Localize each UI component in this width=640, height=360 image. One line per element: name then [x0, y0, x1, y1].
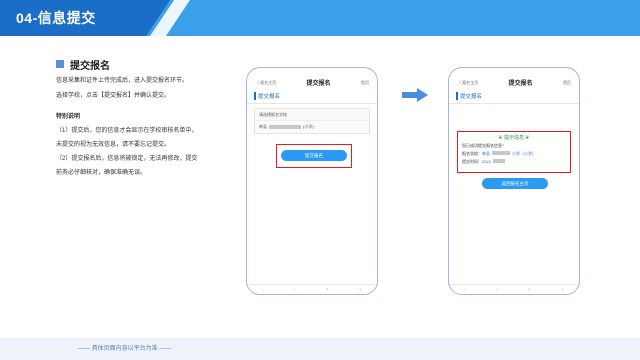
result-dialog: ❦ 提示信息 ❦ 您已成功提交报名信息！ 报名学校：单县 小学（小学） 提交时间：…	[457, 131, 571, 173]
phone-toolbar: ‹ › ⇪ ≡	[247, 284, 377, 294]
result-title: ❦ 提示信息 ❦	[498, 135, 530, 141]
school-select[interactable]: 请选择报名学校	[255, 109, 369, 121]
phone-nav-bar: 〈 报名主页 提交报名 首页	[247, 76, 377, 89]
intro-line: 选择学校，点击【提交报名】并确认提交。	[56, 93, 171, 99]
note-title: 特别说明	[56, 114, 81, 120]
redacted-block	[269, 125, 301, 129]
page-title: 04-信息提交	[16, 10, 96, 26]
result-message: 您已成功提交报名信息！	[462, 143, 506, 148]
phone-section-title: 提交报名	[254, 92, 370, 100]
footer-bar: —— 具体页面内容以平台为准 ——	[0, 338, 640, 360]
return-home-button[interactable]: 返回报名主页	[482, 178, 548, 189]
nav-title: 提交报名	[306, 81, 331, 87]
redacted-block	[492, 151, 510, 155]
note-line: 未提交的视为无效信息，请不要忘记提交。	[56, 142, 171, 148]
back-link[interactable]: 〈 报名主页	[457, 80, 478, 86]
home-link[interactable]: 首页	[361, 80, 369, 86]
result-school: 报名学校：单县 小学（小学）	[462, 151, 536, 156]
back-icon[interactable]: ‹	[262, 287, 263, 292]
arrow-right-icon	[402, 88, 428, 102]
phone-mockup-submit: 〈 报名主页 提交报名 首页 提交报名 请选择报名学校 单县 (小学) 提交报名…	[246, 67, 378, 295]
forward-icon[interactable]: ›	[496, 287, 497, 292]
phone-toolbar: ‹ › ⇪ ≡	[449, 284, 579, 294]
menu-icon[interactable]: ≡	[359, 287, 361, 292]
section-marker-icon	[56, 60, 64, 68]
redacted-block	[492, 159, 505, 163]
note-line: （1）提交后，您的信息才会显示在学校审核名单中，	[56, 128, 198, 134]
back-link[interactable]: 〈 报名主页	[255, 80, 276, 86]
leaf-icon: ❦	[524, 135, 530, 141]
result-time: 提交时间：2022	[462, 159, 566, 165]
share-icon[interactable]: ⇪	[326, 287, 329, 292]
note-line: 前务必仔细核对，确保准确无误。	[56, 170, 147, 176]
intro-line: 信息采集和证件上传完成后，进入提交报名环节。	[56, 78, 189, 84]
forward-icon[interactable]: ›	[294, 287, 295, 292]
share-icon[interactable]: ⇪	[528, 287, 531, 292]
home-link[interactable]: 首页	[563, 80, 571, 86]
submit-button[interactable]: 提交报名	[281, 150, 347, 161]
nav-title: 提交报名	[508, 81, 533, 87]
phone-nav-bar: 〈 报名主页 提交报名 首页	[449, 76, 579, 89]
school-option[interactable]: 单县 (小学)	[255, 121, 369, 133]
menu-icon[interactable]: ≡	[561, 287, 563, 292]
note-line: （2）提交报名后，信息将被锁定，无法再修改，提交	[56, 156, 198, 162]
section-title: 提交报名	[70, 61, 110, 72]
phone-section-title: 提交报名	[456, 92, 572, 100]
school-form: 请选择报名学校 单县 (小学)	[254, 108, 370, 134]
back-icon[interactable]: ‹	[464, 287, 465, 292]
phone-mockup-result: 〈 报名主页 提交报名 首页 提交报名 ❦ 提示信息 ❦ 您已成功提交报名信息！…	[448, 67, 580, 295]
footer-note: —— 具体页面内容以平台为准 ——	[78, 346, 172, 352]
